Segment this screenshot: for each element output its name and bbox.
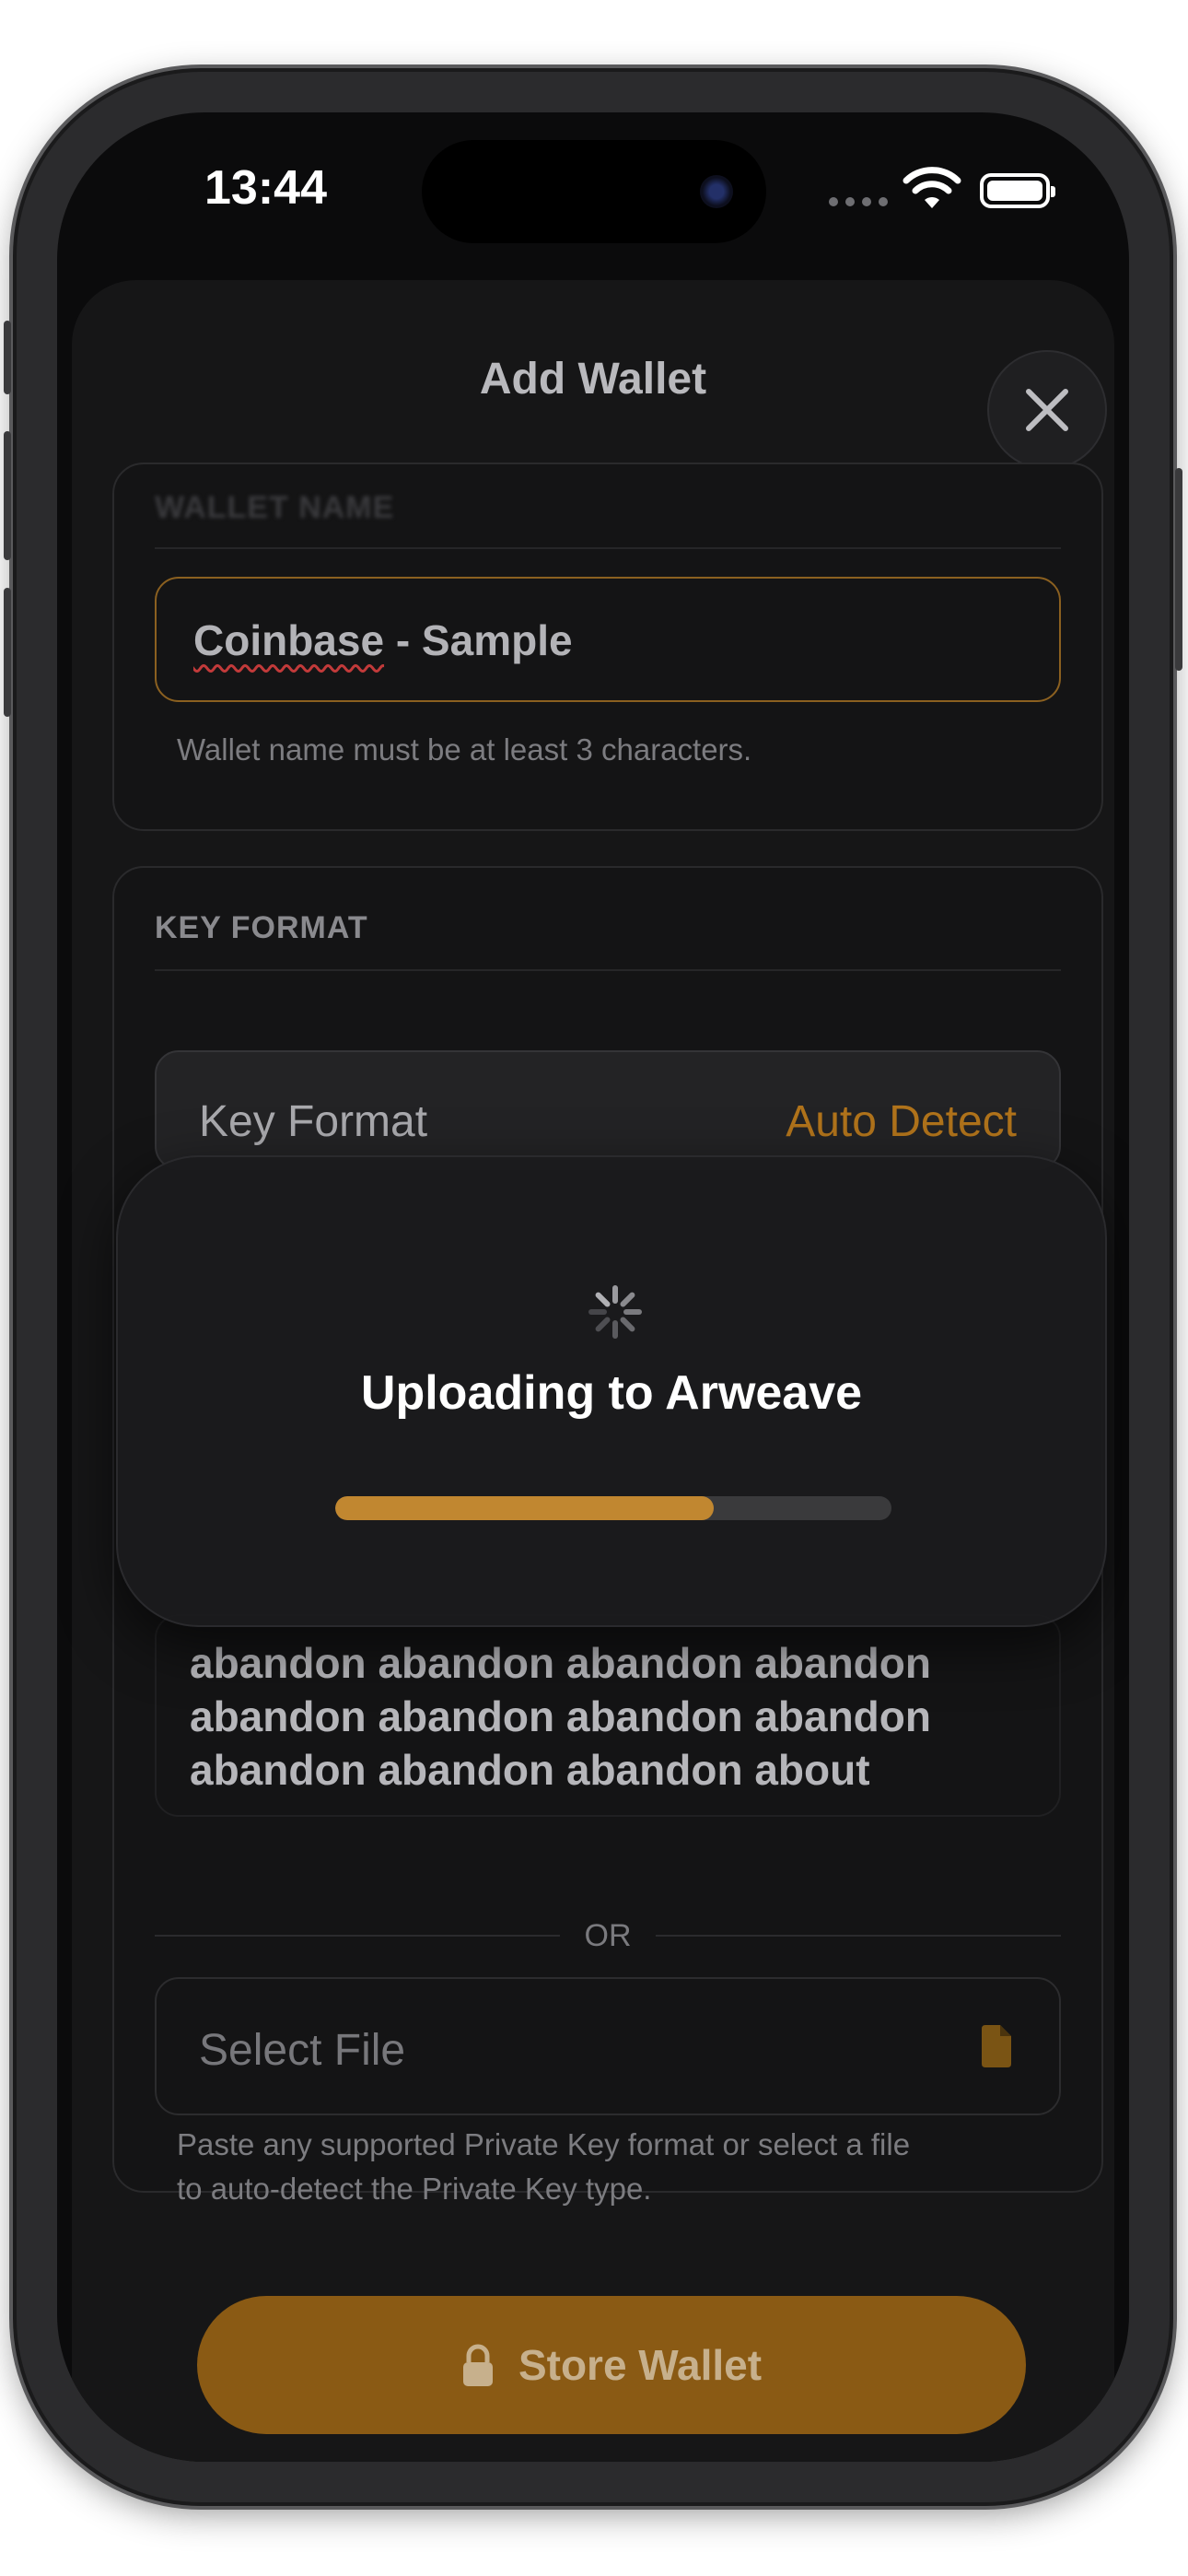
or-separator: OR: [155, 1918, 1061, 1955]
dynamic-island: [422, 140, 766, 243]
private-key-text: abandon abandon abandon abandon abandon …: [190, 1639, 931, 1794]
store-wallet-label: Store Wallet: [518, 2341, 763, 2389]
wifi-icon: [903, 167, 961, 208]
key-format-hint: Paste any supported Private Key format o…: [177, 2127, 911, 2206]
screen: 13:44 Add Wallet WALLET NAME Coinbase - …: [57, 112, 1129, 2462]
close-button[interactable]: [987, 350, 1107, 470]
power-button: [1175, 468, 1182, 671]
key-format-picker[interactable]: Key Format Auto Detect: [155, 1050, 1061, 1170]
upload-progress-bar: [335, 1496, 891, 1520]
select-file-button[interactable]: Select File: [155, 1977, 1061, 2115]
store-wallet-button[interactable]: Store Wallet: [197, 2296, 1026, 2434]
sheet-title: Add Wallet: [479, 355, 707, 404]
lock-icon: [462, 2344, 493, 2386]
upload-title: Uploading to Arweave: [360, 1366, 863, 1420]
upload-progress-card: Uploading to Arweave: [116, 1155, 1107, 1627]
close-icon: [1026, 389, 1068, 431]
camera-icon: [700, 175, 733, 208]
upload-progress-fill: [335, 1496, 714, 1520]
action-button: [4, 321, 11, 394]
private-key-textarea[interactable]: abandon abandon abandon abandon abandon …: [155, 1614, 1061, 1817]
document-icon: [982, 2025, 1011, 2067]
status-time: 13:44: [204, 161, 327, 215]
phone-frame: 13:44 Add Wallet WALLET NAME Coinbase - …: [4, 72, 1182, 2502]
battery-icon: [980, 173, 1055, 208]
wallet-name-value: Coinbase - Sample: [193, 616, 573, 664]
wallet-name-hint: Wallet name must be at least 3 character…: [177, 732, 752, 767]
key-format-row-value: Auto Detect: [786, 1097, 1017, 1146]
select-file-label: Select File: [199, 2026, 406, 2075]
spinner-icon: [588, 1285, 642, 1339]
or-label: OR: [584, 1918, 632, 1953]
volume-down-button: [4, 588, 11, 717]
wallet-name-input[interactable]: Coinbase - Sample: [155, 577, 1061, 702]
wallet-name-divider: [155, 547, 1061, 549]
key-format-section-label: KEY FORMAT: [155, 910, 368, 945]
key-format-divider: [155, 969, 1061, 971]
volume-up-button: [4, 431, 11, 560]
cellular-signal-icon: [829, 197, 888, 206]
wallet-name-label: WALLET NAME: [155, 490, 395, 525]
key-format-row-label: Key Format: [199, 1097, 428, 1146]
